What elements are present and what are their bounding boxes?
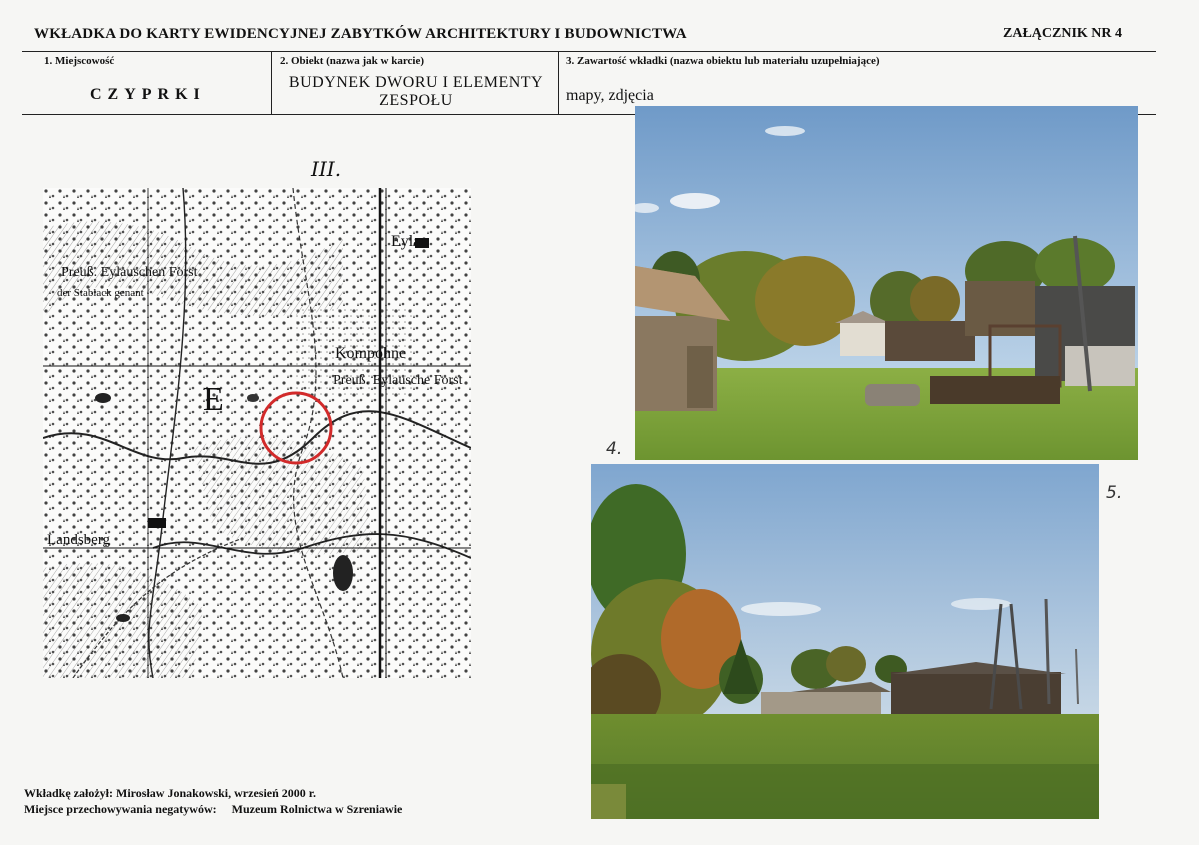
historic-map: Preuß. Eylauschen Forst der Stablack gen… (43, 188, 471, 678)
photo-field-view (591, 464, 1099, 819)
map-label-kompohne: Kompohne (335, 345, 406, 362)
photo-number-5: 5. (1106, 483, 1123, 503)
author-line: Wkładkę założył: Mirosław Jonakowski, wr… (24, 786, 316, 801)
content-label: 3. Zawartość wkładki (nazwa obiektu lub … (566, 55, 880, 67)
author-label: Wkładkę założył: (24, 786, 113, 800)
map-label-forest: Preuß. Eylauschen Forst (61, 265, 198, 280)
form-divider-1 (271, 51, 272, 115)
map-label-big-letter: E (203, 381, 224, 418)
form-top-rule (22, 51, 1156, 52)
photo-farm-buildings (635, 106, 1138, 460)
form-divider-2 (558, 51, 559, 115)
storage-value: Muzeum Rolnictwa w Szreniawie (231, 802, 403, 816)
place-value: CZYPRKI (90, 86, 206, 103)
map-label-eylau: Eylau (391, 233, 428, 250)
document-title: WKŁADKA DO KARTY EWIDENCYJNEJ ZABYTKÓW A… (34, 26, 687, 42)
object-value: BUDYNEK DWORU I ELEMENTY ZESPOŁU (288, 74, 544, 109)
attachment-number: ZAŁĄCZNIK NR 4 (1003, 26, 1123, 41)
object-label: 2. Obiekt (nazwa jak w karcie) (280, 55, 425, 67)
document-sheet: WKŁADKA DO KARTY EWIDENCYJNEJ ZABYTKÓW A… (0, 0, 1199, 845)
map-label-stablack: der Stablack genant (57, 287, 144, 299)
map-label-landsberg: Landsberg (47, 532, 111, 548)
photo-number-4: 4. (606, 439, 623, 459)
map-label-preuss-eylau: Preuß. Eylausche Forst (333, 373, 463, 388)
content-value: mapy, zdjęcia (566, 87, 654, 104)
map-number: III. (311, 157, 342, 181)
storage-label: Miejsce przechowywania negatywów: (24, 802, 217, 816)
author-value: Mirosław Jonakowski, wrzesień 2000 r. (116, 786, 317, 800)
place-label: 1. Miejscowość (44, 55, 115, 67)
storage-line: Miejsce przechowywania negatywów: Muzeum… (24, 802, 402, 817)
